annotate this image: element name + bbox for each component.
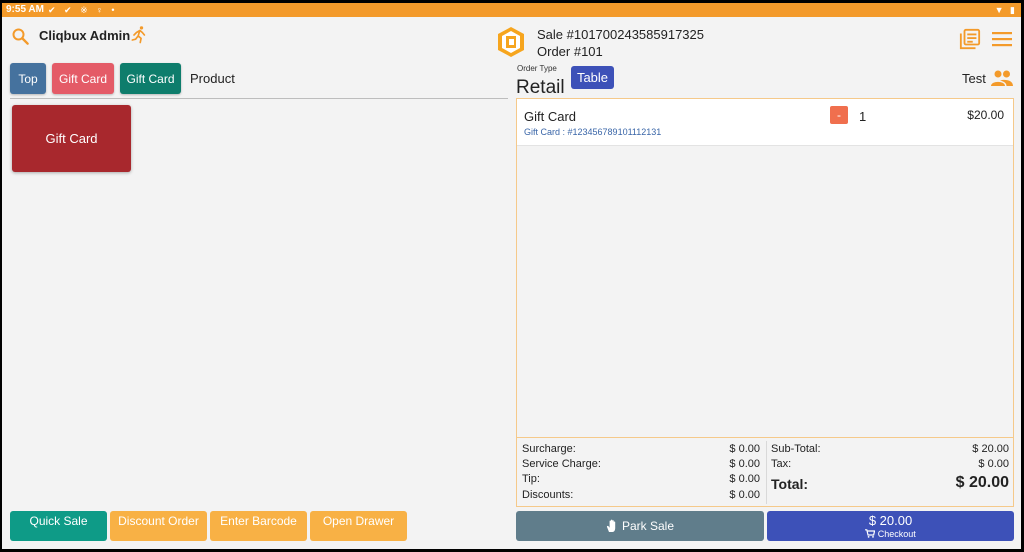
cart-item-quantity: 1 [859, 109, 867, 124]
total-value: $ 20.00 [955, 474, 1009, 491]
orders-list-icon[interactable] [959, 28, 981, 50]
wifi-battery-icon: ▼ ▮ [994, 5, 1017, 15]
table-button[interactable]: Table [571, 66, 614, 89]
cart-panel: Gift Card Gift Card : #12345678910111213… [516, 98, 1014, 507]
checkout-button[interactable]: $ 20.00 Checkout [767, 511, 1014, 541]
hand-icon [606, 519, 616, 532]
system-status-bar: 9:55 AM ✔ ✔ ※ ♀ • ▼ ▮ [2, 3, 1021, 17]
service-charge-label: Service Charge: [522, 458, 601, 470]
subtotal-value: $ 20.00 [972, 443, 1009, 455]
quick-sale-button[interactable]: Quick Sale [10, 511, 107, 541]
status-time: 9:55 AM [6, 4, 44, 15]
product-tile-gift-card[interactable]: Gift Card [12, 105, 131, 172]
sale-number: Sale #101700243585917325 [537, 27, 705, 42]
admin-name: Cliqbux Admin [39, 28, 131, 43]
checkout-amount: $ 20.00 [868, 513, 913, 528]
customer-name[interactable]: Test [962, 71, 986, 86]
tax-label: Tax: [771, 458, 792, 470]
discounts-value: $ 0.00 [729, 489, 760, 501]
customer-group-icon[interactable] [990, 69, 1014, 87]
subtotal-label: Sub-Total: [771, 443, 821, 455]
order-type-value[interactable]: Retail [516, 77, 565, 99]
category-gift-card-active-button[interactable]: Gift Card [120, 63, 181, 94]
cart-item-row[interactable]: Gift Card Gift Card : #12345678910111213… [517, 99, 1013, 146]
cart-item-detail: Gift Card : #123456789101112131 [524, 127, 662, 137]
service-charge-value: $ 0.00 [729, 458, 760, 470]
park-sale-button[interactable]: Park Sale [516, 511, 764, 541]
cart-item-price: $20.00 [967, 108, 1004, 122]
cart-item-name: Gift Card [524, 109, 577, 124]
discounts-label: Discounts: [522, 489, 574, 501]
hamburger-menu-icon[interactable] [991, 30, 1013, 48]
total-label: Total: [771, 476, 809, 492]
category-breadcrumb-product: Product [190, 71, 235, 86]
surcharge-label: Surcharge: [522, 443, 576, 455]
checkout-label: Checkout [767, 529, 1014, 539]
totals-section: Surcharge: $ 0.00 Service Charge: $ 0.00… [517, 437, 1013, 506]
app-logo-icon [498, 27, 524, 57]
search-icon[interactable] [11, 27, 31, 47]
tip-label: Tip: [522, 473, 540, 485]
discount-order-button[interactable]: Discount Order [110, 511, 207, 541]
enter-barcode-button[interactable]: Enter Barcode [210, 511, 307, 541]
divider [766, 441, 767, 504]
running-man-icon[interactable] [129, 25, 149, 45]
cart-icon [865, 529, 876, 538]
category-top-button[interactable]: Top [10, 63, 46, 94]
category-gift-card-button[interactable]: Gift Card [52, 63, 114, 94]
pos-screen: 9:55 AM ✔ ✔ ※ ♀ • ▼ ▮ Cliqbux Admin Top … [2, 3, 1021, 549]
divider [10, 98, 508, 99]
open-drawer-button[interactable]: Open Drawer [310, 511, 407, 541]
tax-value: $ 0.00 [978, 458, 1009, 470]
tip-value: $ 0.00 [729, 473, 760, 485]
order-number: Order #101 [537, 44, 603, 59]
surcharge-value: $ 0.00 [729, 443, 760, 455]
order-type-label: Order Type [517, 64, 557, 73]
park-sale-label: Park Sale [621, 519, 675, 533]
notification-icons: ✔ ✔ ※ ♀ • [48, 5, 118, 15]
decrease-quantity-button[interactable]: - [830, 106, 848, 124]
checkout-text: Checkout [877, 529, 916, 539]
